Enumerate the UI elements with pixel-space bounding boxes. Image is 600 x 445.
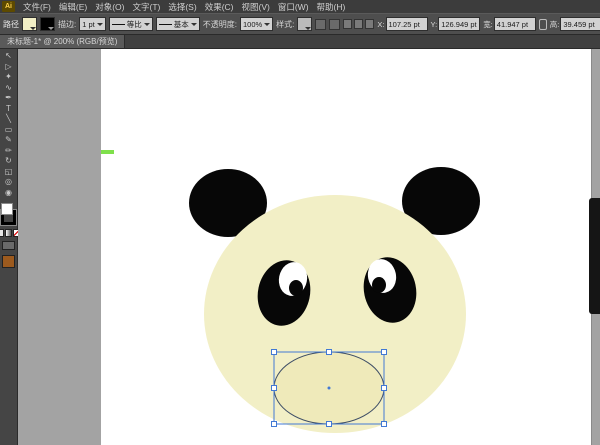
direct-selection-tool[interactable]: ▷	[1, 62, 16, 73]
menu-item-edit[interactable]: 编辑(E)	[55, 1, 91, 13]
panda-right-pupil[interactable]	[372, 277, 386, 293]
menu-item-effect[interactable]: 效果(C)	[201, 1, 238, 13]
eyedropper-tool[interactable]: ◎	[1, 177, 16, 188]
y-coordinate: Y: 126.949 pt	[431, 17, 481, 31]
chevron-down-icon	[144, 23, 150, 26]
menu-bar: Ai 文件(F)编辑(E)对象(O)文字(T)选择(S)效果(C)视图(V)窗口…	[0, 0, 600, 13]
chevron-down-icon	[305, 27, 311, 30]
width-field[interactable]: 41.947 pt	[494, 17, 536, 31]
type-tool[interactable]: T	[1, 104, 16, 115]
paintbrush-tool[interactable]: ✎	[1, 135, 16, 146]
selection-handle[interactable]	[327, 422, 332, 427]
menu-item-file[interactable]: 文件(F)	[19, 1, 55, 13]
menu-item-help[interactable]: 帮助(H)	[313, 1, 350, 13]
x-coordinate: X: 107.25 pt	[377, 17, 427, 31]
menu-items: 文件(F)编辑(E)对象(O)文字(T)选择(S)效果(C)视图(V)窗口(W)…	[19, 1, 349, 13]
fill-stroke-indicator[interactable]	[1, 203, 16, 225]
tool-column: ↖▷✦∿✒T╲▭✎✏↻◱◎◉	[1, 51, 16, 198]
chevron-down-icon	[48, 27, 54, 30]
height-field[interactable]: 39.459 pt	[560, 17, 600, 31]
control-bar: 路径 描边: 1 pt 等比 基本 不透明度: 100% 样式:	[0, 13, 600, 35]
chevron-down-icon	[264, 23, 270, 26]
preferences-icon[interactable]	[329, 19, 340, 30]
lasso-tool[interactable]: ∿	[1, 83, 16, 94]
collapsed-panel[interactable]	[589, 198, 600, 314]
brush-definition-value: 基本	[174, 19, 189, 30]
magic-wand-tool[interactable]: ✦	[1, 72, 16, 83]
pencil-tool[interactable]: ✏	[1, 146, 16, 157]
stroke-weight-value: 1 pt	[82, 20, 95, 29]
brush-definition-dropdown[interactable]: 基本	[156, 17, 200, 31]
stroke-weight-field[interactable]: 1 pt	[79, 17, 106, 31]
selection-handle[interactable]	[272, 350, 277, 355]
height-coordinate: 高: 39.459 pt	[550, 17, 600, 31]
illustrator-window: Ai 文件(F)编辑(E)对象(O)文字(T)选择(S)效果(C)视图(V)窗口…	[0, 0, 600, 445]
selection-center-point	[328, 387, 331, 390]
brush-stroke-icon	[159, 24, 172, 25]
style-swatch[interactable]	[297, 17, 312, 31]
style-label: 样式:	[276, 19, 294, 30]
y-field[interactable]: 126.949 pt	[438, 17, 480, 31]
selection-handle[interactable]	[382, 350, 387, 355]
fill-color-swatch[interactable]	[22, 17, 37, 31]
chevron-down-icon	[30, 27, 36, 30]
y-label: Y:	[431, 20, 438, 29]
menu-item-object[interactable]: 对象(O)	[91, 1, 128, 13]
document-tab[interactable]: 未标题-1* @ 200% (RGB/预览)	[0, 35, 125, 48]
pen-tool[interactable]: ✒	[1, 93, 16, 104]
align-icons-group	[343, 19, 374, 29]
selection-handle[interactable]	[272, 386, 277, 391]
selection-handle[interactable]	[327, 350, 332, 355]
menu-item-select[interactable]: 选择(S)	[164, 1, 200, 13]
stroke-label: 描边:	[58, 19, 76, 30]
context-label: 路径	[3, 19, 19, 30]
canvas-area[interactable]	[18, 49, 600, 445]
align-center-icon[interactable]	[354, 19, 363, 29]
selection-handle[interactable]	[272, 422, 277, 427]
artwork-layer	[18, 49, 600, 445]
width-label: 宽:	[483, 19, 493, 30]
constrain-proportions-icon[interactable]	[539, 19, 547, 30]
document-tab-bar: 未标题-1* @ 200% (RGB/预览)	[0, 35, 600, 49]
x-label: X:	[377, 20, 384, 29]
selection-handle[interactable]	[382, 422, 387, 427]
app-logo-icon[interactable]: Ai	[2, 1, 15, 12]
opacity-field[interactable]: 100%	[240, 17, 273, 31]
color-button[interactable]	[0, 229, 4, 237]
x-field[interactable]: 107.25 pt	[386, 17, 428, 31]
scale-tool[interactable]: ◱	[1, 167, 16, 178]
width-coordinate: 宽: 41.947 pt	[483, 17, 536, 31]
gradient-button[interactable]	[5, 229, 12, 237]
width-profile-dropdown[interactable]: 等比	[109, 17, 153, 31]
stroke-profile-icon	[112, 24, 125, 25]
document-setup-icon[interactable]	[315, 19, 326, 30]
rotate-tool[interactable]: ↻	[1, 156, 16, 167]
chevron-down-icon	[97, 23, 103, 26]
menu-item-type[interactable]: 文字(T)	[128, 1, 164, 13]
selection-handle[interactable]	[382, 386, 387, 391]
rectangle-tool[interactable]: ▭	[1, 125, 16, 136]
tools-panel: ↖▷✦∿✒T╲▭✎✏↻◱◎◉	[0, 49, 18, 445]
main-area: ↖▷✦∿✒T╲▭✎✏↻◱◎◉	[0, 49, 600, 445]
height-label: 高:	[550, 19, 560, 30]
align-left-icon[interactable]	[343, 19, 352, 29]
color-swatch[interactable]	[2, 255, 15, 268]
line-segment-tool[interactable]: ╲	[1, 114, 16, 125]
panda-left-pupil[interactable]	[289, 280, 303, 296]
menu-item-view[interactable]: 视图(V)	[238, 1, 274, 13]
screen-mode-button[interactable]	[2, 241, 15, 250]
width-profile-value: 等比	[127, 19, 142, 30]
color-mode-buttons	[0, 229, 20, 237]
fill-indicator[interactable]	[1, 203, 13, 215]
menu-item-window[interactable]: 窗口(W)	[274, 1, 313, 13]
zoom-tool[interactable]: ◉	[1, 188, 16, 199]
opacity-label: 不透明度:	[203, 19, 237, 30]
align-right-icon[interactable]	[365, 19, 374, 29]
document-tab-title: 未标题-1* @ 200% (RGB/预览)	[7, 36, 117, 47]
selection-tool[interactable]: ↖	[1, 51, 16, 62]
opacity-value: 100%	[243, 20, 262, 29]
chevron-down-icon	[191, 23, 197, 26]
stroke-color-swatch[interactable]	[40, 17, 55, 31]
